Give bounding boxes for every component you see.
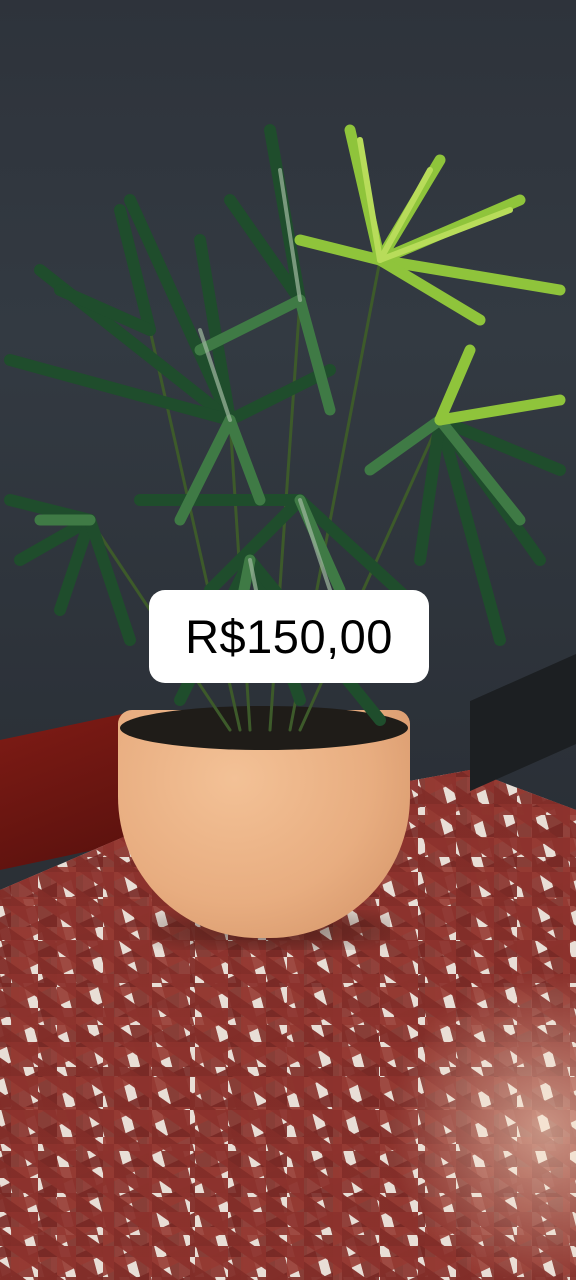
price-tag: R$150,00 <box>149 590 429 683</box>
price-text: R$150,00 <box>185 610 393 663</box>
photo-scene: R$150,00 <box>0 0 576 1280</box>
